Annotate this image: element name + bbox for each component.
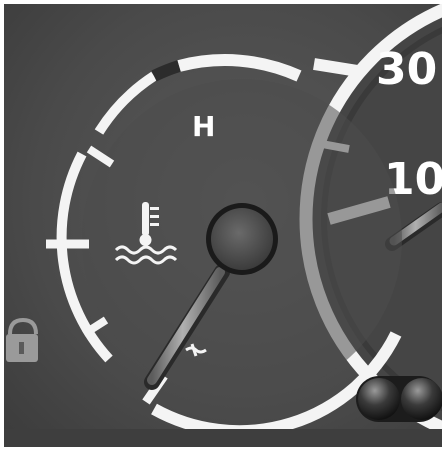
speedometer-tick — [313, 58, 365, 78]
panel-bottom-edge — [4, 429, 442, 447]
knob-right[interactable] — [401, 378, 442, 420]
speed-label-30: 30 — [376, 44, 437, 95]
needle-hub — [211, 208, 273, 270]
instrument-cluster: 30 10 H — [4, 4, 442, 447]
control-knob[interactable] — [356, 376, 442, 422]
dashboard-photo: 30 10 H — [4, 4, 442, 447]
knob-left[interactable] — [358, 378, 400, 420]
hot-label: H — [192, 110, 215, 143]
